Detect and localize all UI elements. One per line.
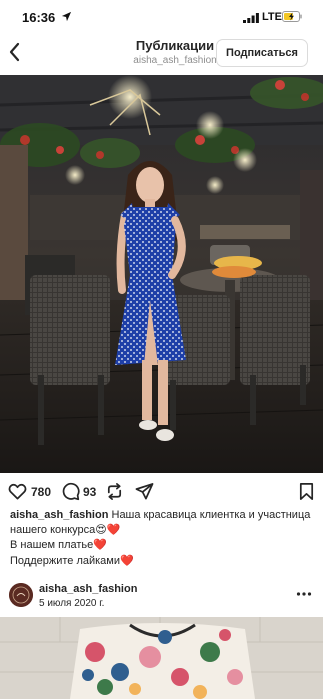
comment-icon[interactable] bbox=[61, 482, 80, 501]
post-photo[interactable] bbox=[0, 75, 323, 473]
avatar[interactable] bbox=[9, 583, 33, 607]
location-arrow-icon bbox=[61, 11, 72, 22]
status-time: 16:36 bbox=[22, 10, 56, 25]
next-post-header: aisha_ash_fashion 5 июля 2020 г. bbox=[0, 580, 323, 616]
repost-icon[interactable] bbox=[105, 482, 124, 501]
navigation-bar: Публикации aisha_ash_fashion Подписаться bbox=[0, 34, 323, 74]
post-photo-illustration bbox=[0, 75, 323, 473]
caption-line-3: В нашем платье❤️ bbox=[10, 539, 107, 552]
next-post-photo-illustration bbox=[0, 617, 323, 699]
caption-line-2: нашего конкурса😍❤️ bbox=[10, 524, 121, 537]
avatar-logo-image bbox=[9, 583, 33, 607]
send-icon[interactable] bbox=[135, 482, 154, 501]
next-post-photo[interactable] bbox=[0, 617, 323, 699]
chevron-left-icon[interactable] bbox=[6, 41, 24, 63]
post-action-bar: 780 93 bbox=[0, 478, 323, 506]
heart-icon[interactable] bbox=[8, 482, 27, 501]
likes-count[interactable]: 780 bbox=[31, 485, 51, 499]
more-horizontal-icon[interactable] bbox=[296, 591, 312, 597]
post-caption: aisha_ash_fashion Наша красавица клиентк… bbox=[10, 508, 315, 569]
status-bar: 16:36 LTE bbox=[0, 0, 323, 34]
signal-bars-icon bbox=[243, 13, 259, 23]
bookmark-icon[interactable] bbox=[297, 482, 316, 501]
caption-line-1: aisha_ash_fashion Наша красавица клиентк… bbox=[10, 508, 315, 523]
follow-button[interactable]: Подписаться bbox=[216, 39, 308, 67]
next-post-date: 5 июля 2020 г. bbox=[39, 598, 105, 609]
next-post-username[interactable]: aisha_ash_fashion bbox=[39, 583, 137, 595]
network-label: LTE bbox=[262, 11, 282, 23]
battery-charging-icon bbox=[282, 11, 302, 22]
comments-count[interactable]: 93 bbox=[83, 485, 96, 499]
caption-text-1: Наша красавица клиентка и участница bbox=[111, 509, 311, 521]
caption-username[interactable]: aisha_ash_fashion bbox=[10, 509, 108, 521]
caption-line-4: Поддержите лайками❤️ bbox=[10, 554, 134, 567]
